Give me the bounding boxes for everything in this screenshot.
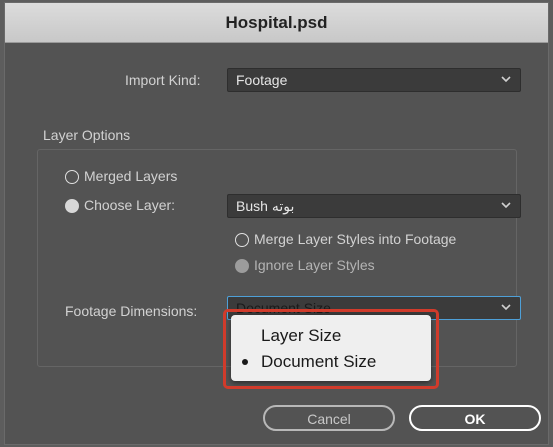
import-kind-value: Footage [236,72,288,88]
import-dialog: Hospital.psd Import Kind: Footage Layer … [4,2,549,445]
merge-layer-styles-radio[interactable] [235,233,249,247]
chevron-down-icon [501,202,511,209]
import-kind-label: Import Kind: [125,72,201,88]
merged-layers-radio[interactable] [65,170,79,184]
window-title: Hospital.psd [225,13,328,32]
footage-dimensions-label: Footage Dimensions: [65,303,198,319]
merge-layer-styles-label[interactable]: Merge Layer Styles into Footage [254,231,456,247]
layer-options-group-label: Layer Options [43,127,131,143]
ignore-layer-styles-radio[interactable] [235,259,249,273]
ok-button[interactable]: OK [409,405,541,431]
choose-layer-dropdown[interactable]: Bush بوته [227,194,521,218]
ignore-layer-styles-label[interactable]: Ignore Layer Styles [254,257,375,273]
chevron-down-icon [501,76,511,83]
choose-layer-label[interactable]: Choose Layer: [84,197,175,213]
merged-layers-label[interactable]: Merged Layers [84,168,177,184]
menu-highlight-box [223,309,439,389]
chevron-down-icon [501,304,511,311]
import-kind-dropdown[interactable]: Footage [227,68,521,92]
choose-layer-value: Bush بوته [236,198,295,214]
choose-layer-radio[interactable] [65,199,79,213]
title-bar[interactable]: Hospital.psd [5,3,548,43]
cancel-button[interactable]: Cancel [263,405,395,431]
